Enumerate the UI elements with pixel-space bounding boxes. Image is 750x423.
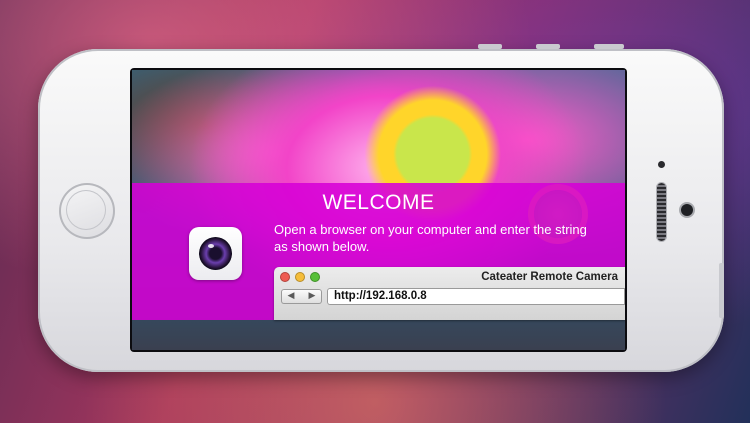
- volume-button: [536, 44, 560, 49]
- close-window-icon: [280, 272, 290, 282]
- earpiece-speaker: [657, 183, 666, 241]
- power-button: [594, 44, 624, 49]
- minimize-window-icon: [295, 272, 305, 282]
- welcome-title: WELCOME: [322, 191, 435, 214]
- welcome-panel: WELCOME Open a browser on your computer …: [132, 183, 625, 320]
- browser-nav-buttons: ◀ ▶: [281, 289, 322, 304]
- front-camera: [658, 161, 665, 168]
- browser-url-field: http://192.168.0.8: [327, 288, 625, 305]
- forward-arrow-icon: ▶: [308, 290, 316, 300]
- proximity-sensor: [681, 204, 693, 216]
- mute-switch: [719, 263, 724, 318]
- volume-button: [478, 44, 502, 49]
- browser-window-example: Cateater Remote Camera ◀ ▶ http://192.16…: [274, 267, 625, 320]
- welcome-instructions: Open a browser on your computer and ente…: [274, 222, 587, 254]
- home-button[interactable]: [59, 183, 115, 239]
- back-arrow-icon: ◀: [287, 290, 295, 300]
- app-icon: [189, 227, 242, 280]
- browser-window-title: Cateater Remote Camera: [481, 271, 618, 283]
- zoom-window-icon: [310, 272, 320, 282]
- camera-lens-icon: [199, 237, 232, 270]
